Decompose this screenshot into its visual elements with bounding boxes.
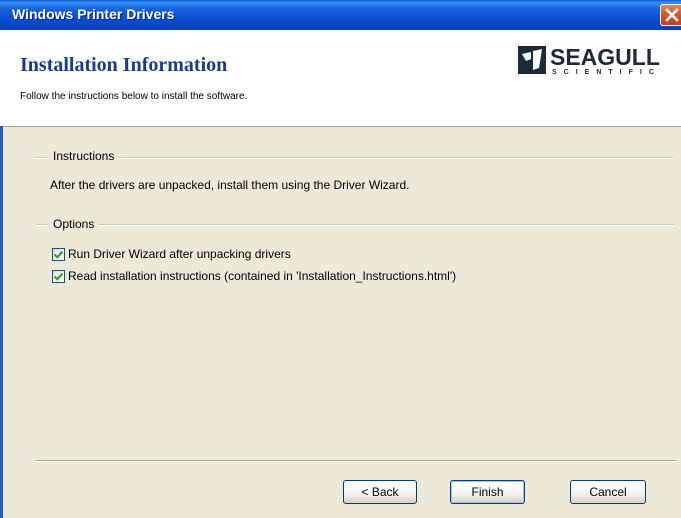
run-driver-wizard-checkbox[interactable]	[52, 247, 65, 261]
close-icon	[665, 8, 679, 22]
installer-window: Windows Printer Drivers Installation Inf…	[0, 0, 681, 518]
wizard-header: Installation Information Follow the inst…	[0, 30, 681, 127]
close-button[interactable]	[660, 4, 681, 26]
window-title: Windows Printer Drivers	[12, 6, 175, 22]
read-instructions-option[interactable]: Read installation instructions (containe…	[52, 269, 456, 283]
logo-name: SEAGULL	[550, 44, 660, 70]
instructions-text: After the drivers are unpacked, install …	[50, 178, 410, 192]
options-group-label: Options	[49, 217, 99, 231]
run-driver-wizard-label: Run Driver Wizard after unpacking driver…	[68, 247, 291, 261]
finish-button[interactable]: Finish	[450, 480, 525, 504]
left-edge-strip	[0, 126, 3, 518]
page-subtitle: Follow the instructions below to install…	[20, 91, 248, 102]
instructions-group-line	[36, 157, 674, 159]
checkmark-icon	[54, 250, 63, 259]
read-instructions-checkbox[interactable]	[52, 269, 65, 283]
read-instructions-label: Read installation instructions (containe…	[68, 269, 457, 283]
seagull-logo: SEAGULL SCIENTIFIC	[518, 44, 681, 78]
page-title: Installation Information	[20, 54, 228, 76]
instructions-group-label: Instructions	[49, 149, 119, 163]
seagull-logo-icon	[518, 46, 546, 74]
logo-subtext: SCIENTIFIC	[552, 69, 661, 76]
checkmark-icon	[54, 272, 63, 281]
cancel-button[interactable]: Cancel	[570, 480, 646, 504]
title-bar[interactable]: Windows Printer Drivers	[0, 0, 681, 30]
footer-separator	[36, 460, 676, 462]
options-group-line	[36, 224, 674, 226]
run-driver-wizard-option[interactable]: Run Driver Wizard after unpacking driver…	[52, 247, 291, 261]
back-button[interactable]: < Back	[343, 480, 417, 504]
